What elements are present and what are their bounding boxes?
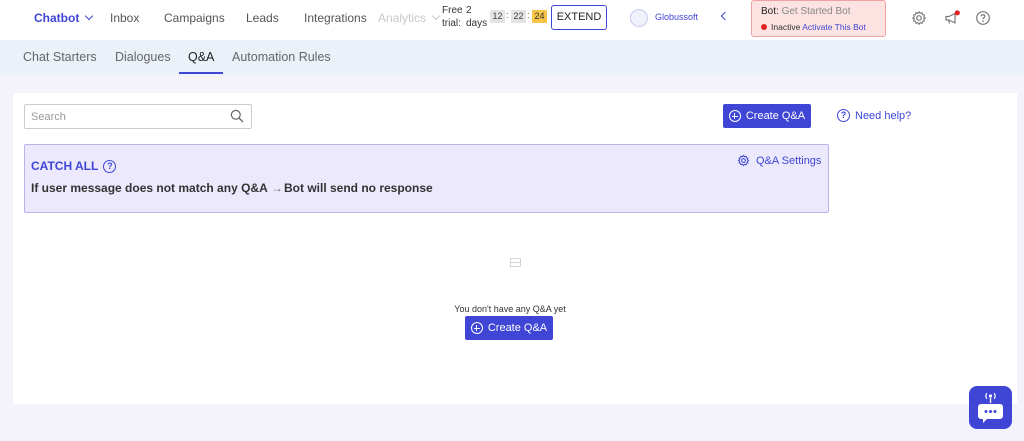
need-help-label: Need help? [855,109,912,122]
nav-campaigns[interactable]: Campaigns [164,11,225,25]
empty-state-message: You don't have any Q&A yet [454,304,566,314]
create-qa-button[interactable]: Create Q&A [723,104,811,128]
question-circle-icon: ? [837,109,850,122]
timer-separator: : [527,10,530,20]
catch-all-box: CATCH ALL? If user message does not matc… [24,144,829,213]
need-help-link[interactable]: ? Need help? [837,109,911,122]
tab-automation-rules[interactable]: Automation Rules [232,50,331,64]
plus-circle-icon [728,110,741,122]
chevron-left-icon[interactable] [720,11,730,21]
nav-inbox[interactable]: Inbox [110,11,139,25]
search-icon[interactable] [230,109,244,123]
org-name[interactable]: Globussoft [655,12,698,22]
bot-name: Get Started Bot [781,6,851,17]
tab-qa[interactable]: Q&A [188,50,214,64]
question-circle-icon[interactable]: ? [103,159,117,173]
active-tab-indicator [179,72,223,74]
trial-label: trial: [442,18,461,29]
gear-icon [737,154,750,167]
catch-all-condition: If user message does not match any Q&A [31,181,268,195]
empty-create-qa-button[interactable]: Create Q&A [465,316,553,340]
arrow-right-icon: → [271,181,283,195]
nav-leads[interactable]: Leads [246,11,279,25]
qa-panel [13,93,1017,404]
org-avatar[interactable] [630,9,648,27]
empty-create-qa-label: Create Q&A [487,322,548,334]
status-dot-icon [761,24,767,30]
catch-all-title: CATCH ALL? [31,159,117,173]
nav-chatbot[interactable]: Chatbot [34,11,94,25]
timer-separator: : [506,10,509,20]
chevron-down-icon [431,11,441,21]
bot-prefix: Bot: [761,6,779,17]
megaphone-icon[interactable] [944,10,960,26]
nav-integrations[interactable]: Integrations [304,11,367,25]
search-input[interactable] [24,104,252,129]
bot-status-line: Inactive Activate This Bot [761,22,866,32]
plus-circle-icon [470,322,483,334]
trial-days-label: days [466,18,488,29]
chat-widget-button[interactable] [969,386,1012,429]
chat-bot-icon [978,392,1003,423]
create-qa-label: Create Q&A [745,110,806,122]
bot-status: Inactive [771,22,801,32]
timer-minutes: 22 [511,10,526,23]
extend-button[interactable]: EXTEND [551,5,607,30]
top-navbar: Chatbot Inbox Campaigns Leads Integratio… [0,0,1024,40]
qa-settings-label: Q&A Settings [756,154,822,167]
activate-bot-link[interactable]: Activate This Bot [802,22,866,32]
timer-seconds: 24 [532,10,547,23]
tab-dialogues[interactable]: Dialogues [115,50,171,64]
nav-analytics[interactable]: Analytics [378,11,441,25]
catch-all-response: Bot will send no response [284,181,433,195]
bot-status-box: Bot: Get Started Bot Inactive Activate T… [751,0,886,37]
tab-chat-starters[interactable]: Chat Starters [23,50,97,64]
qa-settings-link[interactable]: Q&A Settings [737,154,821,167]
chevron-down-icon [85,11,94,21]
sub-navbar: Chat Starters Dialogues Q&A Automation R… [0,40,1024,75]
gear-icon[interactable] [911,10,927,26]
timer-hours: 12 [490,10,505,23]
catch-all-title-text: CATCH ALL [31,159,99,173]
trial-days-count: 2 [466,5,472,16]
nav-analytics-label: Analytics [378,11,427,25]
help-icon[interactable] [975,10,991,26]
bot-name-line: Bot: Get Started Bot [761,6,851,17]
trial-free-label: Free [442,5,463,16]
nav-chatbot-label: Chatbot [34,11,80,25]
empty-inbox-icon [510,258,521,267]
